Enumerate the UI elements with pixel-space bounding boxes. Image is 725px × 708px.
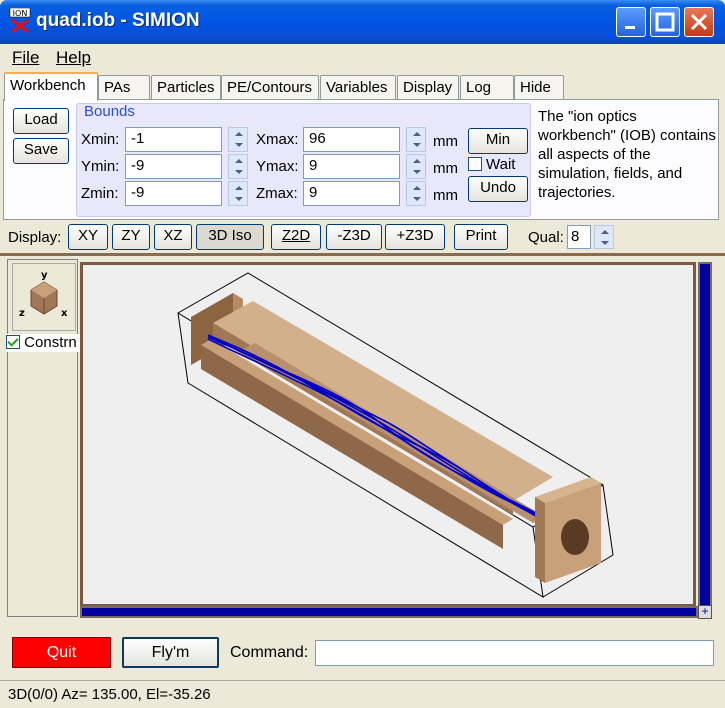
view-zy-button[interactable]: ZY (112, 224, 150, 250)
ymax-label: Ymax: (256, 158, 299, 175)
minimize-icon (625, 26, 635, 29)
ymin-field[interactable]: -9 (125, 154, 222, 179)
xmin-field[interactable]: -1 (125, 127, 222, 152)
qual-label: Qual: (528, 229, 564, 246)
command-input[interactable] (315, 640, 714, 666)
window-title: quad.iob - SIMION (36, 10, 200, 31)
tab-particles[interactable]: Particles (151, 75, 221, 100)
xmax-field[interactable]: 96 (303, 127, 400, 152)
constrain-checkbox[interactable]: Constrn (6, 334, 80, 352)
minus-z3d-button[interactable]: -Z3D (326, 224, 382, 250)
close-button[interactable] (684, 7, 714, 37)
tab-variables[interactable]: Variables (320, 75, 396, 100)
tab-display[interactable]: Display (397, 75, 459, 100)
wait-checkbox[interactable] (468, 157, 482, 171)
xmin-label: Xmin: (81, 131, 120, 148)
menu-help-label: Help (56, 48, 91, 67)
view-xz-button[interactable]: XZ (154, 224, 192, 250)
save-button[interactable]: Save (13, 138, 69, 164)
tab-pe-contours[interactable]: PE/Contours (221, 75, 319, 100)
horizontal-scrollbar[interactable] (80, 606, 698, 618)
status-bar: 3D(0/0) Az= 135.00, El=-35.26 (0, 680, 725, 708)
undo-button[interactable]: Undo (468, 176, 528, 202)
tab-log[interactable]: Log (460, 75, 514, 100)
tab-hide[interactable]: Hide (514, 75, 564, 100)
toolbar-divider (0, 253, 725, 256)
minimize-button[interactable] (616, 7, 646, 37)
plus-z3d-button[interactable]: +Z3D (385, 224, 445, 250)
menu-file[interactable]: File (12, 48, 39, 68)
min-button[interactable]: Min (468, 128, 528, 154)
z2d-button[interactable]: Z2D (271, 224, 321, 250)
command-label: Command: (230, 644, 309, 661)
wait-label: Wait (486, 156, 516, 173)
axes-icon: y z x (19, 270, 68, 319)
zmin-field[interactable]: -9 (125, 181, 222, 206)
resize-grip-icon[interactable]: + (698, 605, 712, 619)
qual-spinner[interactable] (594, 225, 614, 249)
constrain-label: Constrn (24, 334, 77, 351)
menu-help[interactable]: Help (56, 48, 91, 68)
print-button[interactable]: Print (454, 224, 508, 250)
display-label: Display: (8, 229, 62, 246)
xmax-label: Xmax: (256, 131, 299, 148)
axis-z-label: z (19, 308, 25, 319)
3d-view-canvas[interactable] (80, 262, 696, 607)
orientation-axes-widget[interactable]: y z x (12, 263, 76, 331)
flym-button[interactable]: Fly'm (122, 637, 219, 668)
axis-y-label: y (41, 270, 48, 281)
xmax-unit: mm (433, 133, 458, 150)
load-button[interactable]: Load (13, 108, 69, 134)
maximize-button[interactable] (650, 7, 680, 37)
xmin-spinner[interactable] (228, 127, 248, 152)
tab-workbench[interactable]: Workbench (4, 72, 98, 101)
zmax-label: Zmax: (256, 185, 298, 202)
qual-field[interactable]: 8 (567, 225, 591, 249)
ymin-spinner[interactable] (228, 154, 248, 179)
quadrupole-3d-render (177, 272, 614, 598)
simion-app-icon: ION (8, 7, 32, 34)
app-icon-text: ION (13, 9, 28, 18)
zmin-spinner[interactable] (228, 181, 248, 206)
ymax-field[interactable]: 9 (303, 154, 400, 179)
vertical-scrollbar[interactable] (698, 262, 712, 607)
axis-x-label: x (61, 308, 68, 319)
tab-pas[interactable]: PAs (98, 75, 150, 100)
close-icon (690, 13, 708, 31)
workbench-description: The "ion optics workbench" (IOB) contain… (538, 108, 716, 201)
ymin-label: Ymin: (81, 158, 120, 175)
constrain-check-icon (6, 335, 20, 349)
ymax-spinner[interactable] (406, 154, 426, 179)
quit-button[interactable]: Quit (12, 637, 111, 668)
zmax-field[interactable]: 9 (303, 181, 400, 206)
zmax-spinner[interactable] (406, 181, 426, 206)
zmin-label: Zmin: (81, 185, 119, 202)
maximize-icon (655, 12, 675, 32)
ymax-unit: mm (433, 160, 458, 177)
view-3d-iso-button[interactable]: 3D Iso (196, 224, 264, 250)
bounds-title: Bounds (84, 103, 135, 120)
view-xy-button[interactable]: XY (68, 224, 108, 250)
menu-file-label: File (12, 48, 40, 67)
zmax-unit: mm (433, 187, 458, 204)
xmax-spinner[interactable] (406, 127, 426, 152)
